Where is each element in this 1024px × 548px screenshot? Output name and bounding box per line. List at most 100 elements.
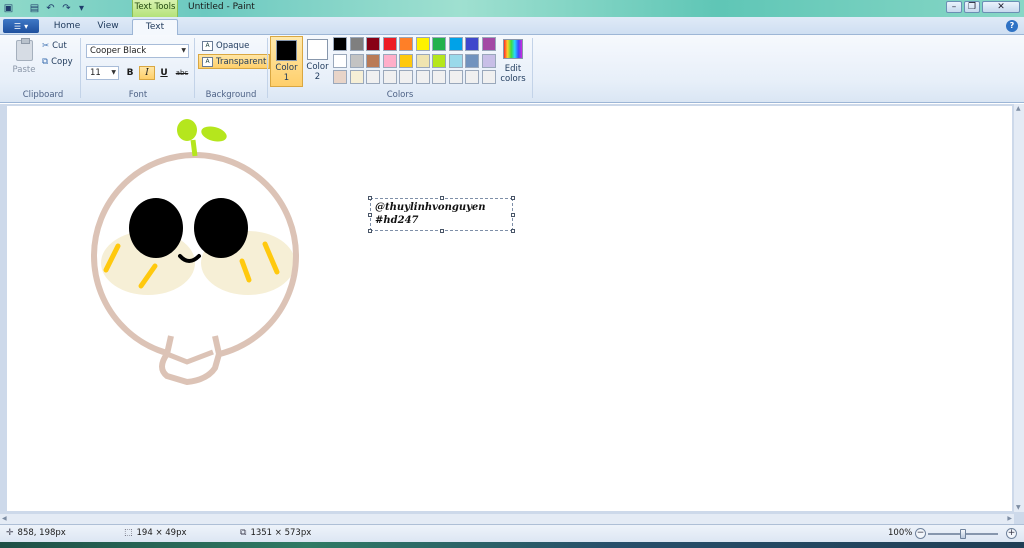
zoom-in-button[interactable]: +	[1006, 528, 1017, 539]
tab-view[interactable]: View	[90, 19, 126, 35]
palette-swatch[interactable]	[448, 53, 463, 68]
save-icon[interactable]: ▤	[28, 2, 41, 15]
palette-swatch[interactable]	[481, 53, 496, 68]
palette-swatch[interactable]	[366, 37, 380, 51]
drawing-canvas[interactable]: @thuylinhvonguyen #hd247	[7, 106, 1012, 511]
palette-swatch[interactable]	[448, 70, 463, 84]
text-selection-box[interactable]: @thuylinhvonguyen #hd247	[368, 196, 515, 233]
scroll-down-icon[interactable]: ▼	[1016, 504, 1021, 511]
palette-swatch[interactable]	[465, 37, 479, 51]
palette-swatch[interactable]	[415, 53, 430, 68]
tab-text[interactable]: Text	[132, 19, 178, 36]
palette-swatch[interactable]	[415, 37, 430, 51]
color2-label: Color	[306, 62, 329, 72]
palette-swatch[interactable]	[399, 37, 413, 51]
font-group-label: Font	[128, 90, 148, 100]
resize-handle[interactable]	[440, 196, 444, 200]
clipboard-icon	[15, 38, 33, 61]
sprout-leaf-right	[201, 126, 227, 142]
color-palette	[333, 37, 496, 84]
palette-swatch[interactable]	[415, 70, 430, 84]
maximize-button[interactable]: ❐	[964, 1, 980, 13]
palette-swatch[interactable]	[382, 70, 397, 84]
zoom-slider[interactable]	[928, 529, 998, 539]
strikethrough-button[interactable]: abc	[173, 66, 191, 80]
palette-swatch[interactable]	[333, 70, 347, 84]
edit-colors-button[interactable]: Edit colors	[500, 39, 526, 84]
resize-handle[interactable]	[511, 229, 515, 233]
palette-swatch[interactable]	[432, 37, 446, 51]
palette-swatch[interactable]	[349, 70, 364, 84]
rainbow-icon	[503, 39, 523, 59]
background-group-label: Background	[205, 90, 257, 100]
palette-swatch[interactable]	[333, 53, 347, 68]
menu-chevron-icon: ▾	[24, 21, 29, 31]
font-family-dropdown[interactable]: Cooper Black ▼	[86, 44, 189, 58]
scroll-up-icon[interactable]: ▲	[1016, 105, 1021, 112]
zoom-slider-thumb[interactable]	[960, 529, 966, 539]
horizontal-scrollbar[interactable]: ◀ ▶	[0, 514, 1014, 524]
italic-button[interactable]: I	[139, 66, 155, 80]
palette-swatch[interactable]	[481, 37, 496, 51]
resize-handle[interactable]	[440, 229, 444, 233]
minimize-button[interactable]: –	[946, 1, 962, 13]
zoom-out-button[interactable]: −	[915, 528, 926, 539]
color2-button[interactable]: Color 2	[301, 36, 334, 87]
palette-swatch[interactable]	[448, 37, 463, 51]
cursor-position-value: 858, 198px	[17, 528, 66, 538]
scroll-left-icon[interactable]: ◀	[2, 515, 7, 522]
image-size-icon: ⧉	[240, 528, 247, 538]
font-size-dropdown[interactable]: 11 ▼	[86, 66, 119, 80]
vertical-scrollbar[interactable]: ▲ ▼	[1014, 104, 1024, 512]
palette-swatch[interactable]	[349, 37, 364, 51]
palette-swatch[interactable]	[465, 53, 479, 68]
resize-handle[interactable]	[368, 229, 372, 233]
customize-qat-icon[interactable]: ▾	[75, 2, 88, 15]
copy-label: Copy	[51, 56, 73, 67]
palette-swatch[interactable]	[382, 37, 397, 51]
color1-swatch	[276, 40, 297, 61]
paint-menu-button[interactable]: ☰ ▾	[3, 19, 39, 33]
resize-handle[interactable]	[511, 213, 515, 217]
scroll-right-icon[interactable]: ▶	[1007, 515, 1012, 522]
resize-handle[interactable]	[368, 213, 372, 217]
chevron-down-icon: ▼	[181, 47, 186, 54]
palette-swatch[interactable]	[481, 70, 496, 84]
color2-number: 2	[314, 72, 321, 82]
palette-swatch[interactable]	[333, 37, 347, 51]
palette-swatch[interactable]	[432, 70, 446, 84]
underline-button[interactable]: U	[156, 66, 172, 80]
close-button[interactable]: ✕	[982, 1, 1020, 13]
color1-button[interactable]: Color 1	[270, 36, 303, 87]
palette-swatch[interactable]	[399, 70, 413, 84]
text-line-1: @thuylinhvonguyen	[375, 202, 486, 213]
palette-swatch[interactable]	[366, 70, 380, 84]
resize-handle[interactable]	[511, 196, 515, 200]
ribbon: Paste ✂ Cut ⧉ Copy Clipboard Cooper Blac…	[0, 35, 1024, 103]
resize-handle[interactable]	[368, 196, 372, 200]
group-separator	[267, 38, 268, 98]
colors-group-label: Colors	[386, 90, 414, 100]
palette-swatch[interactable]	[382, 53, 397, 68]
tab-home[interactable]: Home	[48, 19, 86, 35]
selection-icon: ⬚	[124, 528, 133, 538]
opaque-button[interactable]: A Opaque	[198, 38, 253, 53]
color2-swatch	[307, 39, 328, 60]
transparent-button[interactable]: A Transparent	[198, 54, 271, 69]
crosshair-icon: ✛	[6, 528, 14, 538]
bold-button[interactable]: B	[122, 66, 138, 80]
palette-swatch[interactable]	[349, 53, 364, 68]
paste-button[interactable]: Paste	[11, 38, 37, 82]
cut-button[interactable]: ✂ Cut	[42, 39, 67, 52]
paint-app-icon[interactable]: ▣	[2, 2, 15, 15]
palette-swatch[interactable]	[399, 53, 413, 68]
copy-button[interactable]: ⧉ Copy	[42, 55, 73, 68]
menu-lines-icon: ☰	[13, 21, 22, 31]
transparent-label: Transparent	[216, 56, 267, 67]
palette-swatch[interactable]	[465, 70, 479, 84]
palette-swatch[interactable]	[432, 53, 446, 68]
undo-icon[interactable]: ↶	[44, 2, 57, 15]
palette-swatch[interactable]	[366, 53, 380, 68]
redo-icon[interactable]: ↷	[60, 2, 73, 15]
help-icon[interactable]: ?	[1006, 20, 1018, 32]
